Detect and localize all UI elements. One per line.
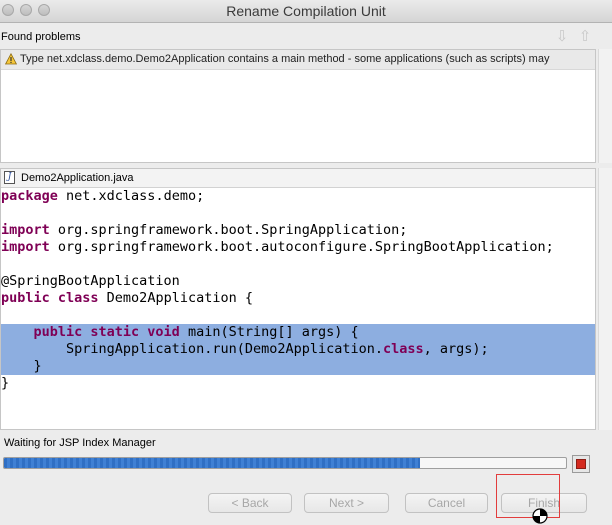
problems-scrollbar[interactable]	[598, 49, 612, 163]
code-line[interactable]: }	[1, 375, 595, 392]
code-text: }	[1, 375, 10, 391]
problems-title: Found problems	[1, 31, 81, 43]
code-area[interactable]: package net.xdclass.demo; import org.spri…	[1, 188, 595, 428]
next-button[interactable]: Next >	[304, 493, 389, 513]
code-keyword: public class	[1, 290, 99, 306]
code-line[interactable]: }	[1, 358, 595, 375]
cancel-button[interactable]: Cancel	[405, 493, 488, 513]
problem-row[interactable]: Type net.xdclass.demo.Demo2Application c…	[1, 50, 595, 70]
progress-fill	[4, 458, 420, 468]
next-problem-icon[interactable]: ⇩	[553, 28, 571, 46]
code-line[interactable]	[1, 256, 595, 273]
code-line[interactable]: package net.xdclass.demo;	[1, 188, 595, 205]
code-line[interactable]	[1, 205, 595, 222]
code-line[interactable]: public static void main(String[] args) {	[1, 324, 595, 341]
source-preview[interactable]: J Demo2Application.java package net.xdcl…	[0, 168, 596, 430]
busy-cursor-icon	[532, 508, 548, 524]
code-line[interactable]: @SpringBootApplication	[1, 273, 595, 290]
code-line[interactable]: public class Demo2Application {	[1, 290, 595, 307]
warning-icon	[5, 53, 17, 65]
progress-label: Waiting for JSP Index Manager	[4, 437, 156, 449]
progress-bar	[3, 457, 567, 469]
code-keyword: public static void	[33, 324, 180, 340]
stop-icon	[576, 459, 586, 469]
code-text: org.springframework.boot.SpringApplicati…	[49, 222, 408, 238]
code-text: net.xdclass.demo;	[57, 188, 205, 204]
code-text: org.springframework.boot.autoconfigure.S…	[49, 239, 554, 255]
window-title: Rename Compilation Unit	[226, 3, 386, 19]
title-bar[interactable]: Rename Compilation Unit	[0, 0, 612, 23]
code-line[interactable]	[1, 307, 595, 324]
code-line[interactable]: import org.springframework.boot.SpringAp…	[1, 222, 595, 239]
code-text: Demo2Application {	[98, 290, 253, 306]
code-keyword: class	[383, 341, 424, 357]
focus-highlight	[496, 474, 560, 518]
problems-header: Found problems ⇩ ⇧	[0, 27, 612, 49]
code-line[interactable]: SpringApplication.run(Demo2Application.c…	[1, 341, 595, 358]
problems-list[interactable]: Type net.xdclass.demo.Demo2Application c…	[0, 49, 596, 163]
code-text: }	[1, 358, 42, 374]
code-text: , args);	[423, 341, 489, 357]
previous-problem-icon[interactable]: ⇧	[576, 28, 594, 46]
stop-button[interactable]	[572, 455, 590, 473]
source-scrollbar[interactable]	[598, 168, 612, 430]
code-keyword: package	[1, 188, 58, 204]
code-text: main(String[] args) {	[179, 324, 359, 340]
code-text: SpringApplication.run(Demo2Application.	[1, 341, 384, 357]
code-keyword: import	[1, 222, 50, 238]
code-text: @SpringBootApplication	[1, 273, 180, 289]
java-file-icon: J	[4, 171, 15, 184]
rename-dialog: Rename Compilation Unit Found problems ⇩…	[0, 0, 612, 525]
code-keyword: import	[1, 239, 50, 255]
source-header: J Demo2Application.java	[1, 169, 595, 188]
back-button[interactable]: < Back	[208, 493, 292, 513]
code-line[interactable]: import org.springframework.boot.autoconf…	[1, 239, 595, 256]
file-name: Demo2Application.java	[21, 172, 134, 184]
problem-text: Type net.xdclass.demo.Demo2Application c…	[20, 53, 550, 65]
